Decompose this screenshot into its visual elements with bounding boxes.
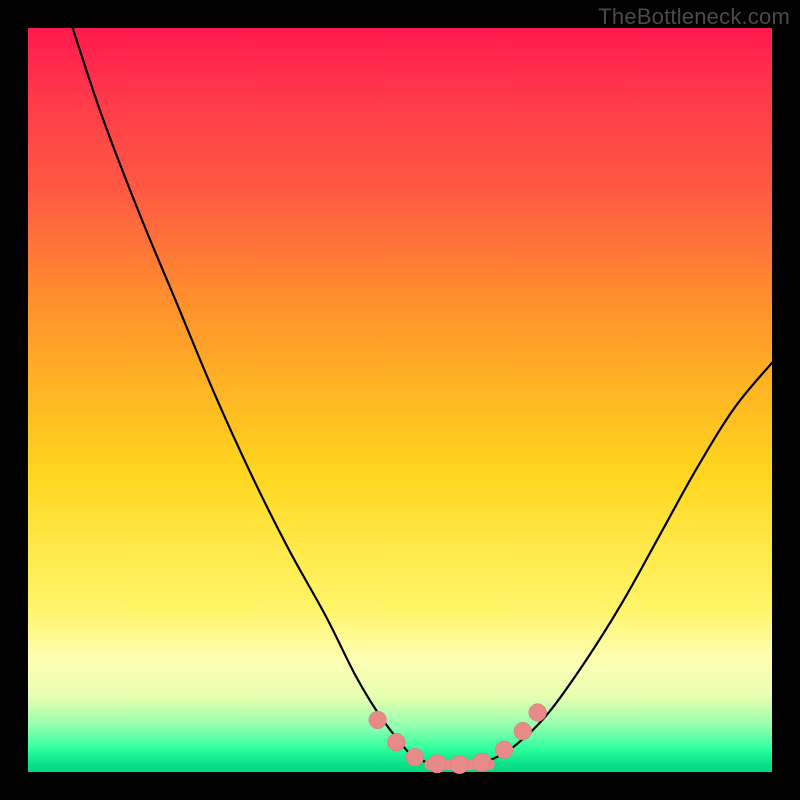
data-marker — [529, 704, 547, 722]
data-markers — [369, 704, 547, 774]
chart-frame: TheBottleneck.com — [0, 0, 800, 800]
data-marker — [369, 711, 387, 729]
bottleneck-curve — [73, 28, 772, 765]
data-marker — [450, 755, 468, 773]
data-marker — [406, 748, 424, 766]
data-marker — [387, 733, 405, 751]
chart-svg — [28, 28, 772, 772]
data-marker — [428, 755, 446, 773]
data-marker — [514, 722, 532, 740]
chart-plot-area — [28, 28, 772, 772]
data-marker — [473, 753, 491, 771]
data-marker — [495, 741, 513, 759]
watermark-text: TheBottleneck.com — [598, 4, 790, 30]
